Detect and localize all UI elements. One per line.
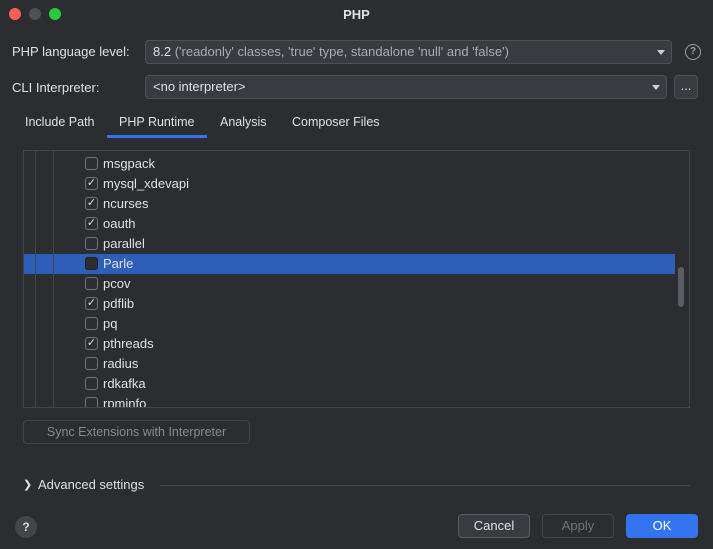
extension-checkbox[interactable] [85,237,98,250]
tab-analysis[interactable]: Analysis [208,110,278,138]
extensions-list[interactable]: msgpack ✓ mysql_xdevapi ✓ ncurses ✓ oauth paral… [23,150,690,408]
language-level-description: ('readonly' classes, 'true' type, standa… [174,44,509,59]
list-item[interactable]: Parle [24,254,675,274]
help-button[interactable]: ? [15,516,37,538]
chevron-right-icon: ❯ [23,479,33,491]
extension-checkbox[interactable]: ✓ [85,337,98,350]
list-item[interactable]: rpminfo [24,394,675,408]
language-level-combo[interactable]: 8.2 ('readonly' classes, 'true' type, st… [145,40,672,64]
list-item[interactable]: ✓ ncurses [24,194,675,214]
tree-guide-line [53,151,54,407]
tab-include-path[interactable]: Include Path [13,110,106,138]
window-title: PHP [343,7,370,22]
cli-interpreter-label: CLI Interpreter: [12,80,100,95]
extension-checkbox[interactable] [85,397,98,407]
extension-checkbox[interactable] [85,357,98,370]
list-item[interactable]: ✓ pdflib [24,294,675,314]
extension-checkbox[interactable]: ✓ [85,217,98,230]
extension-name: oauth [103,216,136,231]
extension-checkbox[interactable] [85,317,98,330]
list-item[interactable]: radius [24,354,675,374]
tree-guide-line [35,151,36,407]
title-bar: PHP [0,0,713,28]
tab-composer-files[interactable]: Composer Files [280,110,392,138]
cli-interpreter-value: <no interpreter> [153,79,246,94]
extension-name: pcov [103,276,131,291]
list-item[interactable]: ✓ pthreads [24,334,675,354]
ok-button[interactable]: OK [626,514,698,538]
extension-name: ncurses [103,196,149,211]
extension-checkbox[interactable] [85,157,98,170]
language-level-version: 8.2 [153,44,172,59]
cancel-button[interactable]: Cancel [458,514,530,538]
extension-checkbox[interactable] [85,257,98,270]
extension-checkbox[interactable]: ✓ [85,297,98,310]
list-item[interactable]: parallel [24,234,675,254]
list-item[interactable]: pcov [24,274,675,294]
extension-name: msgpack [103,156,156,171]
tab-php-runtime[interactable]: PHP Runtime [107,110,207,138]
chevron-down-icon [652,85,660,90]
list-item[interactable]: ✓ oauth [24,214,675,234]
browse-interpreter-button[interactable]: ... [674,75,698,99]
list-scrollbar[interactable] [678,267,684,307]
extension-checkbox[interactable]: ✓ [85,197,98,210]
divider [160,485,690,486]
extension-checkbox[interactable] [85,377,98,390]
extension-name: parallel [103,236,145,251]
extension-name: Parle [103,256,134,271]
help-icon[interactable]: ? [685,44,701,60]
advanced-settings-label: Advanced settings [38,477,145,492]
extension-name: mysql_xdevapi [103,176,189,191]
list-item[interactable]: msgpack [24,154,675,174]
list-item[interactable]: pq [24,314,675,334]
extension-name: radius [103,356,139,371]
extension-name: pthreads [103,336,154,351]
chevron-down-icon [657,50,665,55]
extension-name: pdflib [103,296,135,311]
extension-name: rpminfo [103,396,147,408]
extension-checkbox[interactable] [85,277,98,290]
extension-checkbox[interactable]: ✓ [85,177,98,190]
apply-button[interactable]: Apply [542,514,614,538]
cli-interpreter-combo[interactable]: <no interpreter> [145,75,667,99]
language-level-label: PHP language level: [12,44,130,59]
list-item[interactable]: rdkafka [24,374,675,394]
sync-extensions-button[interactable]: Sync Extensions with Interpreter [23,420,250,444]
extension-name: rdkafka [103,376,146,391]
extension-name: pq [103,316,118,331]
list-item[interactable]: ✓ mysql_xdevapi [24,174,675,194]
